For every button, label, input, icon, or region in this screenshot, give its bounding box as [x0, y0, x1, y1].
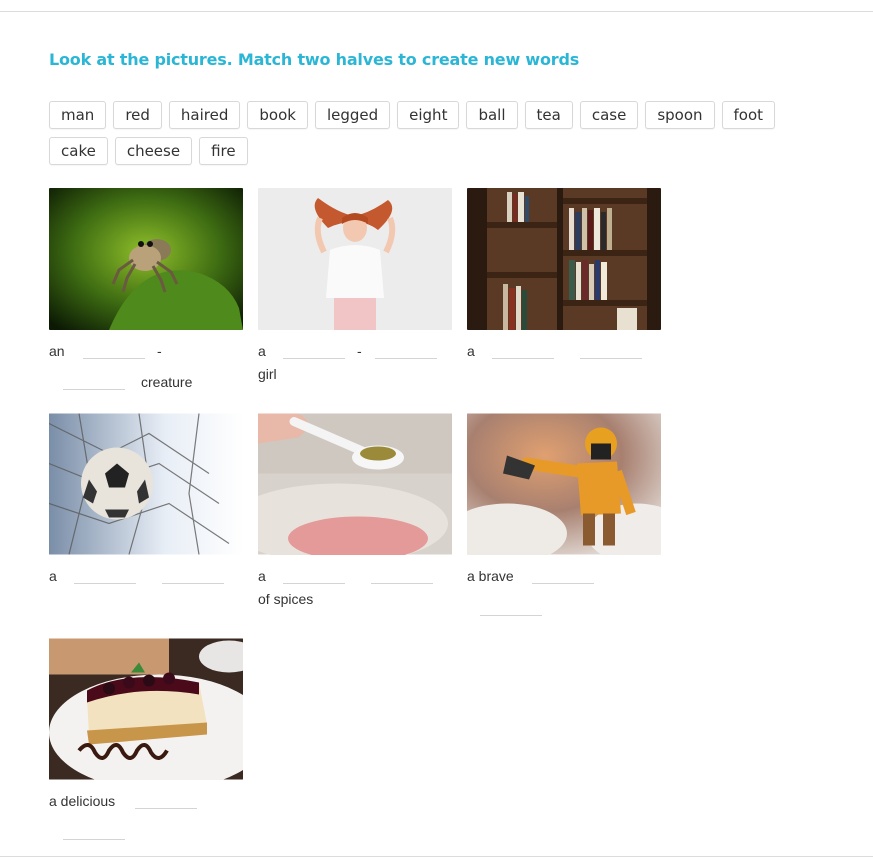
answer-blank-1[interactable] [283, 358, 345, 359]
word-chip-spoon[interactable]: spoon [645, 101, 715, 129]
exercise-card-girl: a - girl [258, 188, 452, 382]
word-chip-tea[interactable]: tea [524, 101, 573, 129]
answer-blank-1[interactable] [532, 583, 594, 584]
cheesecake-image [49, 638, 243, 780]
answer-blank-1[interactable] [74, 583, 136, 584]
answer-blank-2[interactable] [375, 358, 437, 359]
spider-image [49, 188, 243, 330]
word-chip-case[interactable]: case [579, 101, 639, 129]
exercise-title: Look at the pictures. Match two halves t… [49, 50, 580, 69]
answer-blank-2[interactable] [63, 839, 125, 840]
card-suffix: girl [258, 366, 277, 382]
word-chip-haired[interactable]: haired [168, 101, 241, 129]
red-haired-girl-image [258, 188, 452, 330]
exercise-card-spider: an - creature [49, 188, 243, 390]
exercise-card-teaspoon: a of spices [258, 413, 452, 607]
exercise-card-fireman: a brave [467, 413, 661, 616]
word-chip-book[interactable]: book [247, 101, 308, 129]
word-chip-ball[interactable]: ball [466, 101, 518, 129]
word-chip-cake[interactable]: cake [49, 137, 108, 165]
bookcase-image [467, 188, 661, 330]
word-chip-foot[interactable]: foot [721, 101, 776, 129]
word-chip-cheese[interactable]: cheese [114, 137, 193, 165]
answer-blank-1[interactable] [135, 808, 197, 809]
exercise-card-cheesecake: a delicious [49, 638, 243, 840]
answer-blank-1[interactable] [492, 358, 554, 359]
answer-blank-2[interactable] [63, 389, 125, 390]
answer-blank-2[interactable] [480, 615, 542, 616]
card-prefix: a brave [467, 568, 514, 584]
teaspoon-image [258, 413, 452, 555]
football-image [49, 413, 243, 555]
card-suffix: creature [141, 374, 193, 390]
card-prefix: a [258, 343, 266, 359]
hyphen: - [157, 343, 162, 359]
card-prefix: a [258, 568, 266, 584]
answer-blank-1[interactable] [283, 583, 345, 584]
word-bank: man red haired book legged eight ball te… [49, 101, 789, 165]
card-prefix: a delicious [49, 793, 116, 809]
hyphen: - [357, 343, 362, 359]
word-chip-man[interactable]: man [49, 101, 107, 129]
answer-blank-2[interactable] [162, 583, 224, 584]
card-prefix: an [49, 343, 65, 359]
answer-blank-2[interactable] [371, 583, 433, 584]
answer-blank-2[interactable] [580, 358, 642, 359]
word-chip-legged[interactable]: legged [314, 101, 391, 129]
card-suffix: of spices [258, 591, 314, 607]
card-prefix: a [49, 568, 57, 584]
word-chip-eight[interactable]: eight [397, 101, 460, 129]
word-chip-fire[interactable]: fire [199, 137, 248, 165]
bottom-divider [0, 856, 873, 857]
answer-blank-1[interactable] [83, 358, 145, 359]
exercise-card-football: a [49, 413, 243, 584]
top-divider [0, 11, 873, 12]
exercise-card-bookcase: a [467, 188, 661, 359]
card-prefix: a [467, 343, 475, 359]
fireman-image [467, 413, 661, 555]
word-chip-red[interactable]: red [113, 101, 162, 129]
